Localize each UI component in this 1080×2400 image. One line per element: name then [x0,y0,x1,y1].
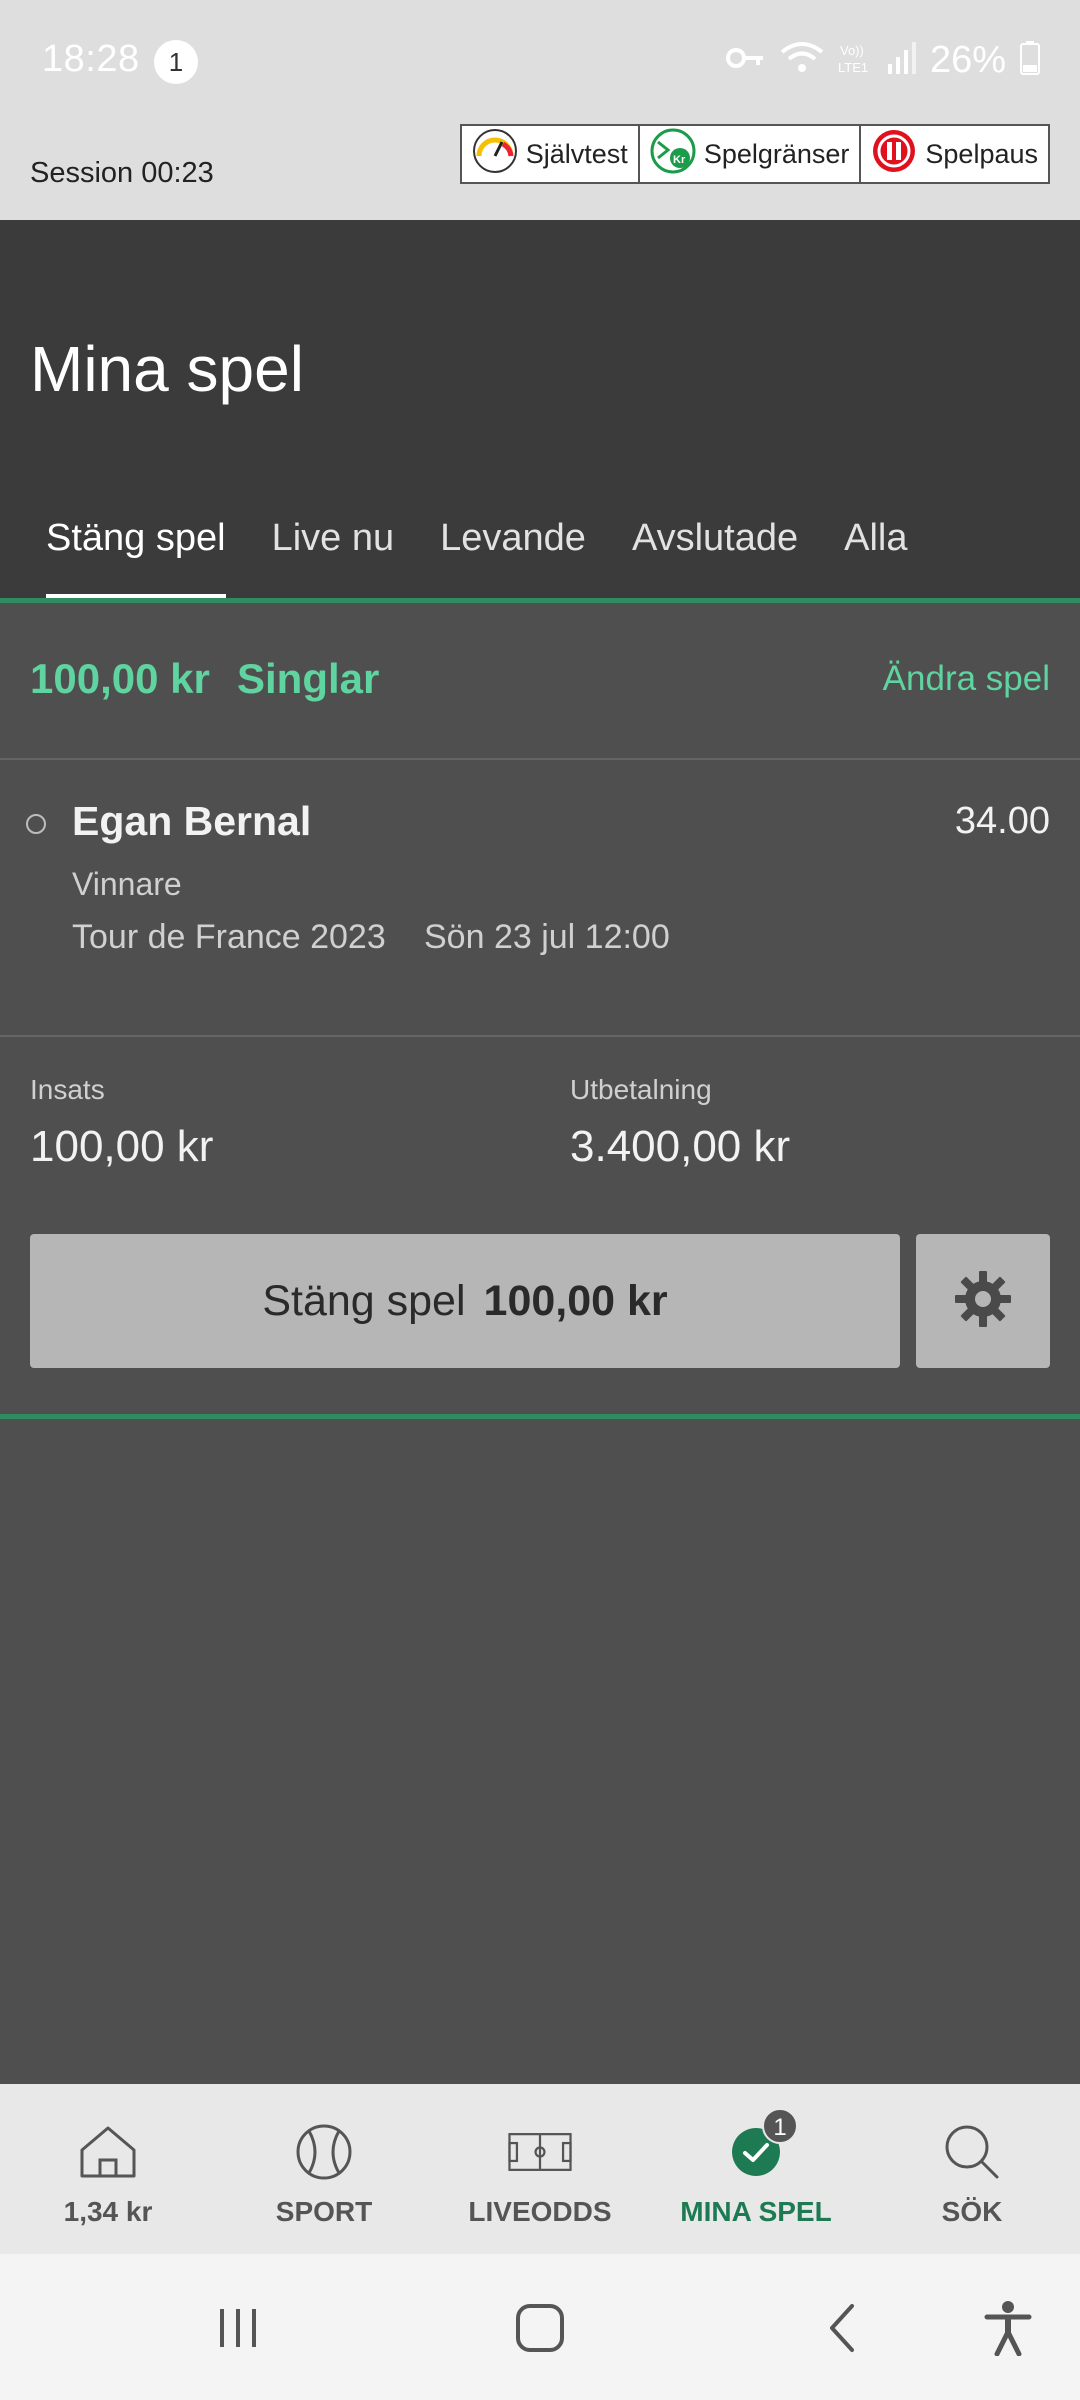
search-icon [940,2120,1004,2184]
svg-text:Vo)): Vo)) [840,43,864,58]
payout-value: 3.400,00 kr [570,1122,791,1171]
divider [0,1414,1080,1419]
home-icon [76,2120,140,2184]
recent-apps-icon[interactable] [206,2296,270,2360]
game-pause-button[interactable]: Spelpaus [861,126,1048,182]
my-bets-count-badge: 1 [762,2108,798,2144]
notification-count-badge: 1 [154,40,198,84]
selection-event: Tour de France 2023 [72,918,386,956]
game-pause-label: Spelpaus [925,138,1038,169]
selection-name: Egan Bernal [72,798,312,844]
status-icons: Vo)) LTE1 26% [725,36,1040,84]
page-title: Mina spel [30,333,304,405]
bet-stakes: Insats 100,00 kr Utbetalning 3.400,00 kr [0,1040,1080,1190]
signal-icon [887,41,916,79]
checkmark-icon: 1 [724,2108,798,2184]
nav-item-my-bets[interactable]: 1 MINA SPEL [648,2084,864,2254]
nav-label-sport: SPORT [275,2196,373,2227]
battery-icon [1020,40,1040,80]
nav-label-liveodds: LIVEODDS [468,2196,612,2227]
pause-icon [871,128,917,181]
tab-settled[interactable]: Avslutade [609,510,821,600]
tab-all[interactable]: Alla [821,510,930,600]
divider [0,598,1080,603]
bet-selection: Egan Bernal 34.00 Vinnare Tour de France… [0,762,1080,1037]
volte-icon: Vo)) LTE1 [838,40,874,81]
payout-label: Utbetalning [570,1074,712,1105]
tab-open[interactable]: Levande [417,510,609,600]
vpn-key-icon [725,44,766,77]
status-time: 18:28 [42,38,140,80]
self-test-button[interactable]: Självtest [462,126,640,182]
selection-market: Vinnare [72,866,182,902]
game-limits-button[interactable]: Kr Spelgränser [640,126,862,182]
speedometer-icon [472,128,518,181]
page-header: Mina spel Stäng spel Live nu Levande Avs… [0,220,1080,600]
selection-odds: 34.00 [954,800,1050,842]
nav-item-home[interactable]: 1,34 kr [0,2084,216,2254]
bet-amount: 100,00 kr [30,655,210,702]
session-timer: Session 00:23 [30,157,214,189]
nav-label-my-bets: MINA SPEL [680,2196,832,2227]
nav-label-balance: 1,34 kr [63,2196,153,2227]
nav-item-liveodds[interactable]: LIVEODDS [432,2084,648,2254]
nav-item-search[interactable]: SÖK [864,2084,1080,2254]
selection-date: Sön 23 jul 12:00 [424,918,670,956]
tennis-ball-icon [292,2120,356,2184]
battery-percentage: 26% [929,38,1006,81]
self-test-label: Självtest [525,138,628,169]
game-limits-label: Spelgränser [703,138,850,169]
accessibility-icon[interactable] [976,2296,1040,2360]
cash-out-settings-button[interactable] [916,1234,1050,1368]
edit-bet-link[interactable]: Ändra spel [883,659,1050,699]
limit-kr-icon: Kr [650,128,696,181]
status-bar: 18:28 1 Vo)) LTE1 26% [0,0,1080,120]
gear-icon [953,1269,1013,1334]
stake-label: Insats [30,1074,105,1105]
back-icon[interactable] [810,2296,874,2360]
nav-item-sport[interactable]: SPORT [216,2084,432,2254]
selection-status-dot [26,814,46,834]
football-pitch-icon [508,2120,572,2184]
bottom-navigation: 1,34 kr SPORT LIVEODDS 1 MINA SPEL SÖK [0,2084,1080,2254]
home-button-icon[interactable] [508,2296,572,2360]
wifi-icon [780,40,824,81]
svg-text:Kr: Kr [673,154,686,166]
session-bar: Session 00:23 Självtest Kr Spelgränser S… [0,120,1080,220]
nav-label-search: SÖK [941,2196,1003,2227]
cash-out-button[interactable]: Stäng spel 100,00 kr [30,1234,900,1368]
svg-text:LTE1: LTE1 [838,60,868,75]
tab-cash-out[interactable]: Stäng spel [23,510,249,600]
bet-card-header: 100,00 kr Singlar Ändra spel [0,605,1080,760]
responsible-gaming-buttons: Självtest Kr Spelgränser Spelpaus [459,124,1050,184]
tab-live-now[interactable]: Live nu [249,510,418,600]
bet-tabs: Stäng spel Live nu Levande Avslutade All… [0,510,931,600]
system-navigation-bar [0,2254,1080,2400]
cash-out-label: Stäng spel [262,1276,466,1325]
stake-value: 100,00 kr [30,1122,214,1171]
bet-type: Singlar [237,655,380,702]
cash-out-amount: 100,00 kr [483,1276,668,1325]
